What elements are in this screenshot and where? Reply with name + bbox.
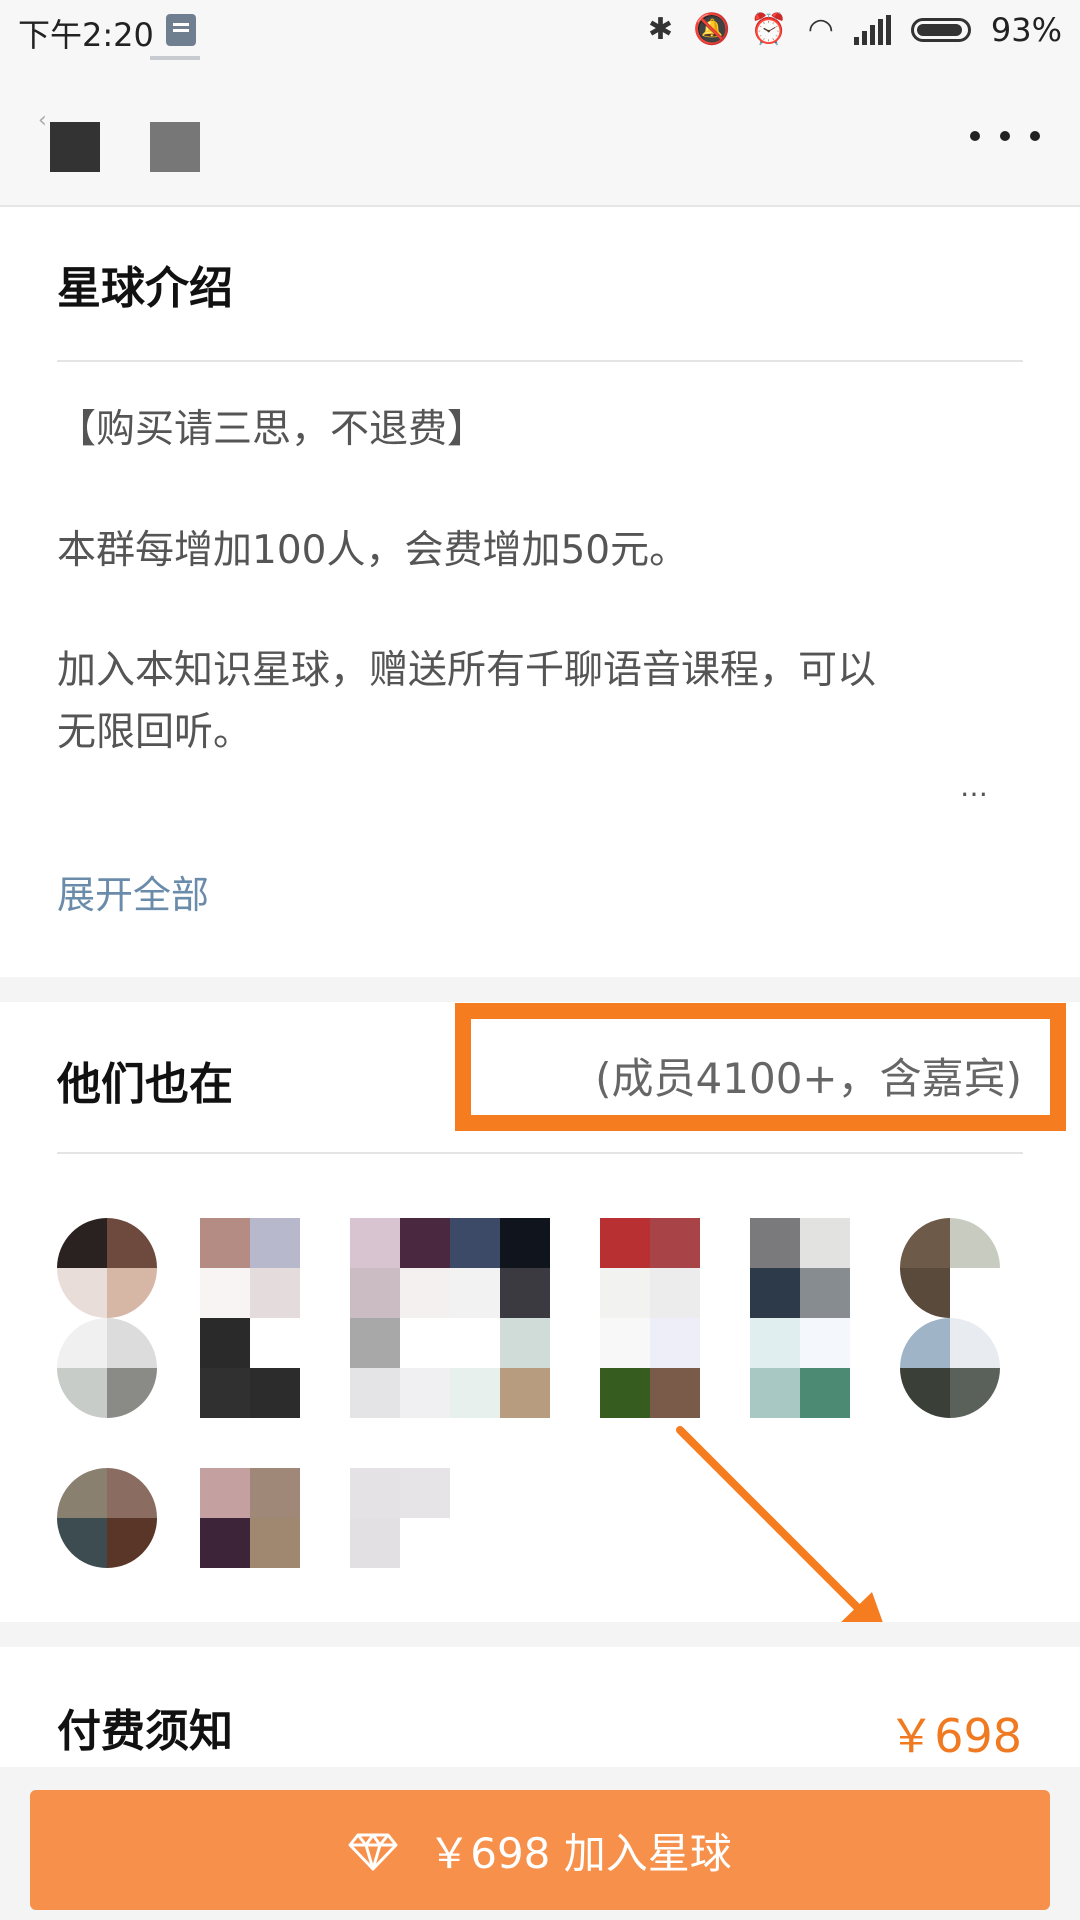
intro-section	[0, 207, 1080, 977]
member-avatar[interactable]	[350, 1218, 550, 1318]
expand-all-link[interactable]: 展开全部	[57, 864, 209, 919]
status-time: 下午2:20	[18, 16, 154, 54]
member-avatar[interactable]	[750, 1218, 850, 1318]
more-icon[interactable]	[970, 116, 1040, 156]
intro-divider	[57, 360, 1023, 362]
notification-icon	[166, 14, 196, 46]
member-avatar[interactable]	[600, 1218, 700, 1318]
member-avatar[interactable]	[750, 1318, 850, 1418]
nav-bar: ‹	[0, 60, 1080, 207]
status-icons: ✱ 🔕 ⏰ ◠ 93%	[648, 8, 1062, 52]
section-gap	[0, 1622, 1080, 1647]
battery-icon	[910, 18, 971, 42]
join-button[interactable]: ￥698 加入星球	[30, 1790, 1050, 1910]
member-avatar[interactable]	[57, 1468, 157, 1568]
member-avatar[interactable]	[200, 1218, 300, 1318]
intro-line-4: 无限回听。	[57, 710, 253, 755]
payment-heading: 付费须知	[57, 1706, 233, 1757]
mute-icon: 🔕	[692, 12, 731, 47]
intro-ellipsis: …	[960, 770, 990, 803]
member-avatar[interactable]	[350, 1468, 450, 1568]
intro-heading: 星球介绍	[57, 263, 233, 314]
nav-avatar-blurred[interactable]	[50, 122, 100, 172]
bluetooth-icon: ✱	[647, 12, 673, 47]
battery-fill	[916, 24, 962, 36]
member-avatar[interactable]	[57, 1318, 157, 1418]
intro-line-3: 加入本知识星球，赠送所有千聊语音课程，可以	[57, 648, 877, 693]
member-avatar[interactable]	[200, 1318, 300, 1418]
member-avatar[interactable]	[900, 1318, 1000, 1418]
member-avatar[interactable]	[600, 1318, 700, 1418]
member-avatar[interactable]	[200, 1468, 300, 1568]
section-gap	[0, 977, 1080, 1002]
price-label: ￥698	[888, 1709, 1022, 1763]
join-button-label: ￥698 加入星球	[428, 1828, 732, 1878]
members-highlight-box	[455, 1003, 1066, 1131]
member-avatar[interactable]	[900, 1218, 1000, 1318]
nav-title-blurred	[150, 122, 200, 172]
intro-line-1: 【购买请三思，不退费】	[57, 407, 487, 452]
alarm-icon: ⏰	[750, 12, 788, 47]
intro-line-2: 本群每增加100人，会费增加50元。	[57, 528, 689, 573]
status-bar: 下午2:20 ✱ 🔕 ⏰ ◠ 93%	[0, 0, 1080, 68]
back-icon[interactable]: ‹	[38, 108, 47, 133]
members-heading: 他们也在	[57, 1059, 233, 1110]
diamond-icon	[348, 1833, 398, 1871]
wifi-icon: ◠	[807, 12, 834, 47]
member-avatar[interactable]	[350, 1318, 550, 1418]
battery-percent: 93%	[990, 11, 1062, 49]
signal-icon	[853, 15, 891, 45]
members-divider	[57, 1152, 1023, 1154]
member-avatar[interactable]	[57, 1218, 157, 1318]
